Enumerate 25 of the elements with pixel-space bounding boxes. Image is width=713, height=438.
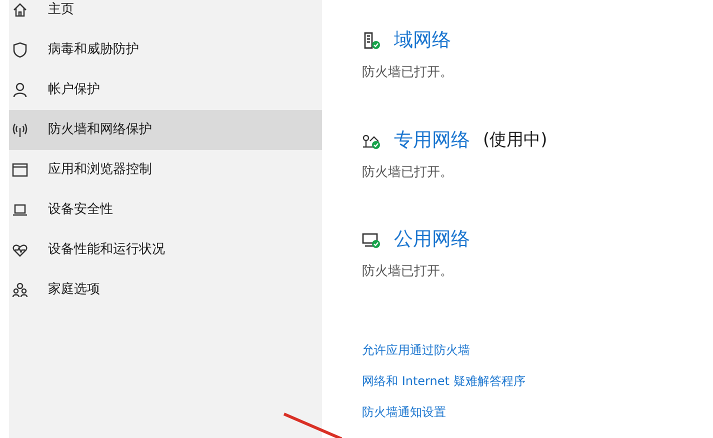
sidebar-item[interactable]: 病毒和威胁防护: [9, 30, 322, 70]
status-text: 防火墙已打开。: [362, 164, 454, 182]
shield-icon: [11, 41, 29, 59]
sidebar-item[interactable]: 设备安全性: [9, 190, 322, 230]
people-icon: [11, 281, 29, 299]
sidebar-item[interactable]: 设备性能和运行状况: [9, 230, 322, 270]
window-icon: [11, 161, 29, 179]
sidebar-item[interactable]: 帐户保护: [9, 70, 322, 110]
network-title-link[interactable]: 公用网络: [394, 230, 470, 249]
sidebar-item[interactable]: 主页: [9, 0, 322, 30]
status-text: 防火墙已打开。: [362, 64, 454, 82]
network-title-link[interactable]: 专用网络: [394, 130, 470, 150]
sidebar-item[interactable]: 应用和浏览器控制: [9, 150, 322, 190]
home-icon: [11, 1, 29, 19]
settings-link[interactable]: 允许应用通过防火墙: [362, 340, 470, 360]
settings-link[interactable]: 防火墙通知设置: [362, 402, 446, 422]
settings-link[interactable]: 网络和 Internet 疑难解答程序: [362, 370, 526, 390]
sidebar-item[interactable]: 家庭选项: [9, 270, 322, 310]
network-title-link[interactable]: 域网络: [394, 31, 451, 50]
antenna-icon: [11, 121, 29, 139]
building-icon: [362, 31, 381, 50]
sidebar-item[interactable]: 防火墙和网络保护: [9, 110, 322, 150]
person-icon: [11, 81, 29, 99]
status-text: 防火墙已打开。: [362, 263, 454, 281]
network-note: (使用中): [483, 132, 548, 148]
